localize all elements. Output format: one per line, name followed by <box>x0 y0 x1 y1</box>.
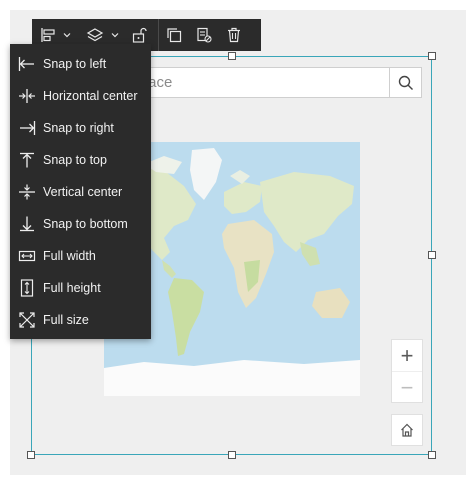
menu-item-label: Snap to left <box>43 57 107 71</box>
menu-item-label: Horizontal center <box>43 89 138 103</box>
horizontal-center-icon <box>17 86 37 106</box>
chevron-down-icon <box>63 33 71 38</box>
menu-item-snap-right[interactable]: Snap to right <box>10 112 151 144</box>
menu-item-full-size[interactable]: Full size <box>10 304 151 336</box>
menu-item-snap-top[interactable]: Snap to top <box>10 144 151 176</box>
resize-handle-right[interactable] <box>428 251 436 259</box>
menu-item-vertical-center[interactable]: Vertical center <box>10 176 151 208</box>
duplicate-icon <box>167 28 182 43</box>
vertical-center-icon <box>17 182 37 202</box>
menu-item-label: Full size <box>43 313 89 327</box>
resize-handle-bottom-left[interactable] <box>27 451 35 459</box>
copy-style-icon <box>197 27 212 43</box>
chevron-down-icon <box>111 33 119 38</box>
menu-item-label: Full width <box>43 249 96 263</box>
copy-style-button[interactable] <box>189 19 219 51</box>
menu-item-snap-bottom[interactable]: Snap to bottom <box>10 208 151 240</box>
menu-item-full-width[interactable]: Full width <box>10 240 151 272</box>
resize-handle-bottom-right[interactable] <box>428 451 436 459</box>
menu-item-label: Full height <box>43 281 101 295</box>
menu-item-label: Vertical center <box>43 185 123 199</box>
delete-button[interactable] <box>219 19 249 51</box>
align-left-icon <box>41 28 55 42</box>
full-width-icon <box>17 246 37 266</box>
menu-item-label: Snap to bottom <box>43 217 128 231</box>
resize-handle-top[interactable] <box>228 52 236 60</box>
menu-item-label: Snap to top <box>43 153 107 167</box>
full-height-icon <box>17 278 37 298</box>
resize-handle-top-right[interactable] <box>428 52 436 60</box>
full-size-icon <box>17 310 37 330</box>
menu-item-snap-left[interactable]: Snap to left <box>10 48 151 80</box>
unlock-icon <box>132 27 147 43</box>
snap-bottom-icon <box>17 214 37 234</box>
duplicate-button[interactable] <box>159 19 189 51</box>
menu-item-full-height[interactable]: Full height <box>10 272 151 304</box>
align-menu: Snap to left Horizontal center Snap to r… <box>10 44 151 339</box>
layers-icon <box>86 28 104 42</box>
snap-top-icon <box>17 150 37 170</box>
menu-item-horizontal-center[interactable]: Horizontal center <box>10 80 151 112</box>
snap-left-icon <box>17 54 37 74</box>
trash-icon <box>228 27 240 43</box>
menu-item-label: Snap to right <box>43 121 114 135</box>
resize-handle-bottom[interactable] <box>228 451 236 459</box>
snap-right-icon <box>17 118 37 138</box>
